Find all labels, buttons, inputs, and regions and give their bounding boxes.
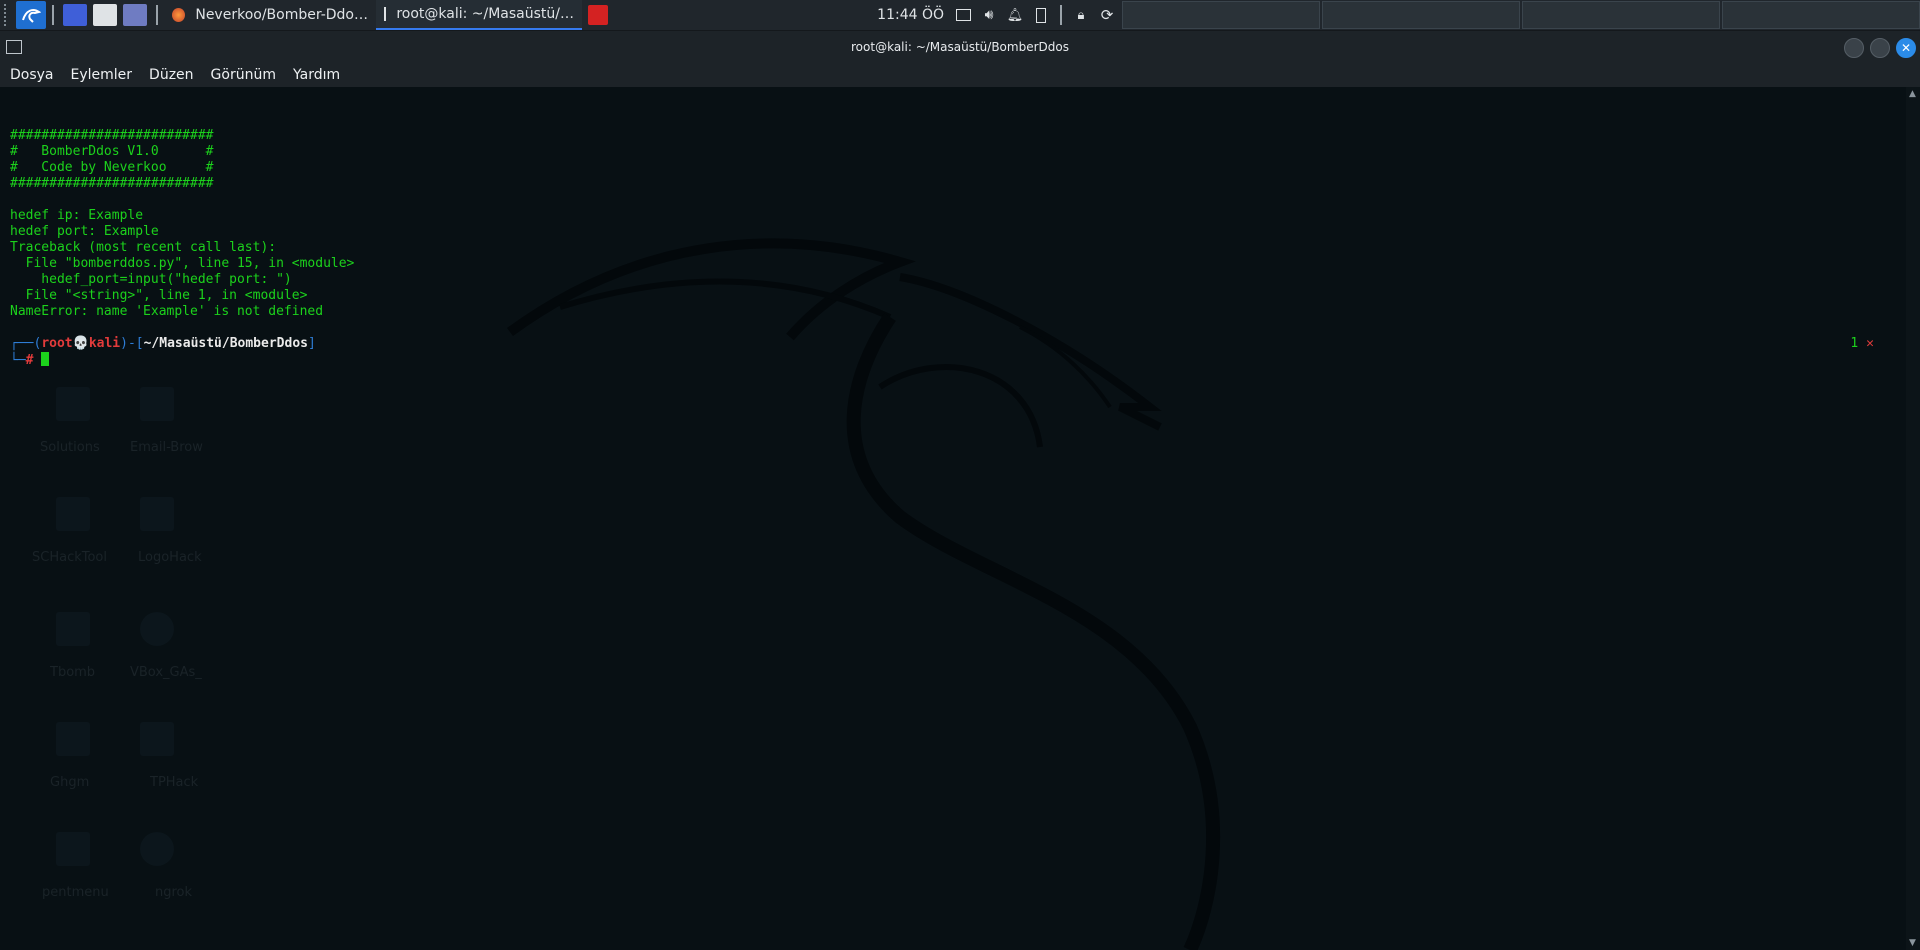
desktop-icon <box>140 497 174 531</box>
panel-grip[interactable] <box>4 4 12 26</box>
window-titlebar[interactable]: root@kali: ~/Masaüstü/BomberDdos ✕ <box>0 31 1920 63</box>
clock[interactable]: 11:44 ÖÖ <box>877 7 950 23</box>
terminal-line: NameError: name 'Example' is not defined <box>10 304 324 319</box>
menu-gorunum[interactable]: Görünüm <box>201 67 283 83</box>
file-manager-icon[interactable] <box>93 4 117 26</box>
terminal-line: # BomberDdos V1.0 # <box>10 144 214 159</box>
terminal-line: ########################## <box>10 176 214 191</box>
prompt-host: kali <box>88 336 121 351</box>
window-title: root@kali: ~/Masaüstü/BomberDdos <box>851 40 1069 54</box>
menu-eylemler[interactable]: Eylemler <box>61 67 140 83</box>
display-icon[interactable] <box>950 2 976 28</box>
desktop-label: SCHackTool <box>32 550 107 565</box>
terminal-line: ########################## <box>10 128 214 143</box>
desktop-icon <box>140 832 174 866</box>
desktop-label: Ghgm <box>50 775 90 790</box>
volume-icon[interactable]: 🔊︎ <box>976 2 1002 28</box>
terminal-line: hedef port: Example <box>10 224 159 239</box>
scroll-down-icon[interactable]: ▼ <box>1909 938 1916 948</box>
panel-separator <box>52 5 54 25</box>
close-button[interactable]: ✕ <box>1896 38 1916 58</box>
workspace-2[interactable] <box>1322 1 1520 29</box>
taskbar: Neverkoo/Bomber-Ddo… root@kali: ~/Masaüs… <box>0 0 1920 31</box>
terminal-line: Traceback (most recent call last): <box>10 240 277 255</box>
menu-duzen[interactable]: Düzen <box>139 67 201 83</box>
red-terminal-icon[interactable] <box>588 5 608 25</box>
terminal-line: File "<string>", line 1, in <module> <box>10 288 308 303</box>
desktop-label: pentmenu <box>42 885 109 900</box>
desktop-label: VBox_GAs_ <box>130 665 202 680</box>
panel-separator <box>156 5 158 25</box>
task-firefox[interactable]: Neverkoo/Bomber-Ddo… <box>164 1 376 29</box>
task-label: Neverkoo/Bomber-Ddo… <box>195 7 368 23</box>
prompt-user: root <box>41 336 73 351</box>
menu-yardim[interactable]: Yardım <box>283 67 347 83</box>
desktop-label: Email-Brow <box>130 440 203 455</box>
battery-icon[interactable] <box>1028 2 1054 28</box>
desktop-label: LogoHack <box>138 550 202 565</box>
prompt-hash: # <box>25 353 34 368</box>
desktop-label: Solutions <box>40 440 100 455</box>
workspace-1[interactable] <box>1122 1 1320 29</box>
desktop-label: TPHack <box>150 775 199 790</box>
task-label: root@kali: ~/Masaüstü/… <box>396 6 574 22</box>
logout-icon[interactable]: ⟳ <box>1094 2 1120 28</box>
menubar: Dosya Eylemler Düzen Görünüm Yardım <box>0 63 1920 87</box>
exit-status: 1 ✕ <box>1850 336 1874 351</box>
terminal-icon <box>384 7 387 21</box>
panel-separator <box>1060 5 1062 25</box>
terminal-scrollbar[interactable]: ▲ ▼ <box>1906 87 1920 950</box>
scroll-up-icon[interactable]: ▲ <box>1909 89 1916 99</box>
workspace-4[interactable] <box>1722 1 1920 29</box>
workspace-3[interactable] <box>1522 1 1720 29</box>
exit-code: 1 <box>1850 336 1859 351</box>
prompt-path: ~/Masaüstü/BomberDdos <box>143 336 308 351</box>
skull-icon: 💀 <box>72 336 89 351</box>
error-mark-icon: ✕ <box>1866 336 1874 351</box>
firefox-icon <box>172 8 186 22</box>
terminal-line: File "bomberddos.py", line 15, in <modul… <box>10 256 355 271</box>
terminal-line: # Code by Neverkoo # <box>10 160 214 175</box>
minimize-button[interactable] <box>1844 38 1864 58</box>
text-cursor[interactable] <box>41 352 50 366</box>
desktop-icon <box>56 497 90 531</box>
maximize-button[interactable] <box>1870 38 1890 58</box>
desktop-icon <box>56 722 90 756</box>
terminal-icon <box>6 40 22 54</box>
close-icon: ✕ <box>1900 41 1912 55</box>
task-terminal[interactable]: root@kali: ~/Masaüstü/… <box>376 0 582 30</box>
terminal-area[interactable]: Solutions Email-Brow SCHackTool LogoHack… <box>0 87 1906 950</box>
terminal-line: hedef ip: Example <box>10 208 144 223</box>
window-controls: ✕ <box>1844 38 1916 58</box>
desktop-icon <box>140 722 174 756</box>
shell-prompt: ┌──(root💀kali)-[~/Masaüstü/BomberDdos] └─… <box>10 336 316 368</box>
desktop-label: Tbomb <box>50 665 96 680</box>
terminal-line: hedef_port=input("hedef port: ") <box>10 272 292 287</box>
system-tray: 🔊︎ 🔔︎ 🔒︎ ⟳ <box>950 2 1120 28</box>
desktop-icon <box>56 612 90 646</box>
desktop-icon <box>140 612 174 646</box>
desktop-icon <box>56 832 90 866</box>
menu-dosya[interactable]: Dosya <box>0 67 61 83</box>
lock-icon[interactable]: 🔒︎ <box>1068 2 1094 28</box>
notification-bell-icon[interactable]: 🔔︎ <box>1002 2 1028 28</box>
show-desktop-icon[interactable] <box>63 4 87 26</box>
terminal-output: ########################## # BomberDdos V… <box>10 112 354 352</box>
screenshot-icon[interactable] <box>123 4 147 26</box>
kali-menu-button[interactable] <box>16 1 46 29</box>
kali-dragon-icon <box>22 9 41 23</box>
desktop-label: ngrok <box>155 885 193 900</box>
